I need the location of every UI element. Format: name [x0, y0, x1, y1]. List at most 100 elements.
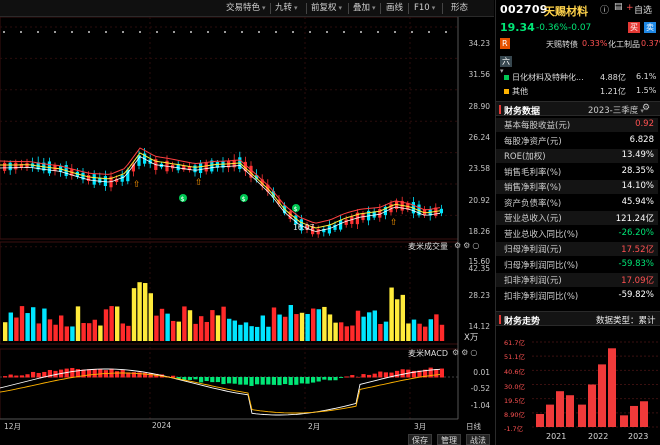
sell-badge[interactable]: 卖: [644, 22, 656, 33]
financial-row: 基本每股收益(元) 0.92: [496, 118, 658, 132]
adjust-dropdown[interactable]: 前复权 ▾: [311, 2, 342, 15]
chart-area[interactable]: ⇧ ⇧ ⇧ $ $ $ 34.23 31.56 28.90 26.24 23.58 20.…: [0, 17, 494, 445]
candle-body: [14, 162, 18, 170]
macd-histogram-bar: [87, 369, 92, 378]
volume-bar: [350, 325, 355, 341]
macd-histogram-bar: [3, 376, 8, 378]
volume-bar: [120, 323, 125, 341]
six-badge[interactable]: 六: [500, 56, 512, 67]
macd-histogram-bar: [120, 369, 125, 378]
plus-icon[interactable]: +: [626, 3, 634, 13]
macd-histogram-bar: [19, 375, 24, 378]
nine-turn-dropdown[interactable]: 九转 ▾: [275, 2, 298, 15]
macd-histogram-bar: [378, 371, 383, 378]
price-axis-label: 34.23: [468, 39, 490, 48]
marker-dot: [343, 31, 345, 33]
sell-signal-glyph: $: [181, 195, 185, 203]
financial-value: 0.92: [635, 119, 654, 129]
candle-body: [316, 229, 320, 235]
volume-bar: [103, 309, 109, 341]
trend-bar: [588, 384, 596, 427]
volume-bar: [42, 308, 47, 341]
volume-unit-label: X万: [464, 333, 479, 343]
marker-dot: [326, 31, 328, 33]
strategy-button[interactable]: 战法: [466, 434, 490, 445]
panel-frame: [0, 348, 459, 420]
info-icon[interactable]: ⓘ: [600, 3, 609, 16]
sell-signal-glyph: $: [294, 205, 298, 213]
kline-chart[interactable]: ⇧ ⇧ ⇧ $ $ $: [0, 17, 494, 445]
macd-histogram-bar: [215, 377, 220, 383]
volume-bar: [232, 320, 237, 341]
f10-button[interactable]: F10 ▾: [414, 2, 435, 15]
trend-bar: [640, 401, 648, 427]
trade-feature-dropdown[interactable]: 交易特色 ▾: [226, 2, 266, 15]
financial-row: 扣非净利润同比(%) -59.82%: [496, 289, 658, 303]
volume-bar: [378, 323, 383, 341]
date-axis-label: 2月: [308, 422, 321, 431]
volume-bar: [81, 323, 86, 341]
panel-settings-icons[interactable]: ⚙⚙○: [452, 348, 479, 357]
convertible-bond-name[interactable]: 天赐转债: [546, 39, 578, 50]
overlay-dropdown[interactable]: 叠加 ▾: [353, 2, 376, 15]
volume-bar: [288, 305, 293, 341]
buy-signal-icon: ⇧: [195, 178, 203, 188]
marker-dot: [3, 31, 5, 33]
toolbar-label: F10: [414, 3, 430, 13]
volume-bar: [227, 318, 232, 341]
add-favorite-button[interactable]: 自选: [634, 3, 652, 16]
volume-bar: [322, 306, 327, 341]
toolbar-divider: [380, 3, 381, 14]
save-button[interactable]: 保存: [408, 434, 432, 445]
day-line-button[interactable]: 日线: [466, 421, 481, 432]
macd-histogram-bar: [199, 377, 204, 383]
macd-panel-title[interactable]: 麦米MACD: [408, 348, 448, 359]
volume-bar: [434, 314, 439, 341]
volume-bar: [400, 294, 405, 341]
volume-bar: [92, 319, 97, 341]
macd-histogram-bar: [372, 373, 377, 378]
pattern-button[interactable]: 形态: [451, 2, 468, 15]
macd-axis-label: -0.52: [470, 384, 490, 393]
marker-dot: [258, 31, 260, 33]
low-price-marker: 16.07: [293, 223, 315, 232]
macd-histogram-bar: [210, 377, 215, 383]
toolbar-label: 交易特色: [226, 3, 261, 13]
volume-bar: [87, 323, 92, 341]
financial-value: -59.83%: [618, 258, 654, 269]
composition-name: 其他: [512, 87, 528, 96]
draw-line-button[interactable]: 画线: [386, 2, 403, 15]
volume-bar: [395, 299, 400, 341]
industry-name[interactable]: 化工制品: [608, 39, 640, 50]
toolbar-divider: [348, 3, 349, 14]
macd-histogram-bar: [288, 377, 293, 386]
manage-button[interactable]: 管理: [437, 434, 461, 445]
marker-dot: [309, 31, 311, 33]
panel-settings-icons[interactable]: ⚙⚙○: [454, 241, 481, 250]
volume-bar: [193, 323, 198, 341]
trend-bar: [598, 364, 606, 427]
toolbar-divider: [442, 3, 443, 14]
menu-icon[interactable]: ▤: [614, 2, 623, 12]
financial-label: 每股净资产(元): [504, 136, 562, 147]
volume-bar: [389, 287, 394, 341]
financial-row: 销售净利率(%) 14.10%: [496, 180, 658, 194]
section-marker: [499, 315, 501, 324]
collapse-icon[interactable]: ▾: [500, 67, 504, 75]
marker-dot: [360, 31, 362, 33]
toolbar-label: 前复权: [311, 3, 337, 13]
buy-signal-icon: ⇧: [133, 180, 141, 190]
financial-value: 17.09亿: [621, 276, 654, 286]
trend-bar: [608, 348, 616, 427]
volume-panel-title[interactable]: 麦米成交量: [408, 241, 448, 252]
settings-icon[interactable]: ⚙: [642, 103, 650, 113]
composition-name: 日化材料及特种化...: [512, 73, 584, 82]
volume-bar: [137, 282, 142, 341]
period-selector[interactable]: 2023-三季度 ▾: [588, 104, 644, 116]
volume-bar: [423, 326, 428, 341]
macd-histogram-bar: [339, 377, 344, 378]
data-type-selector[interactable]: 数据类型：累计: [596, 314, 656, 326]
volume-bar: [159, 308, 165, 341]
macd-histogram-bar: [266, 377, 271, 385]
buy-badge[interactable]: 买: [628, 22, 640, 33]
